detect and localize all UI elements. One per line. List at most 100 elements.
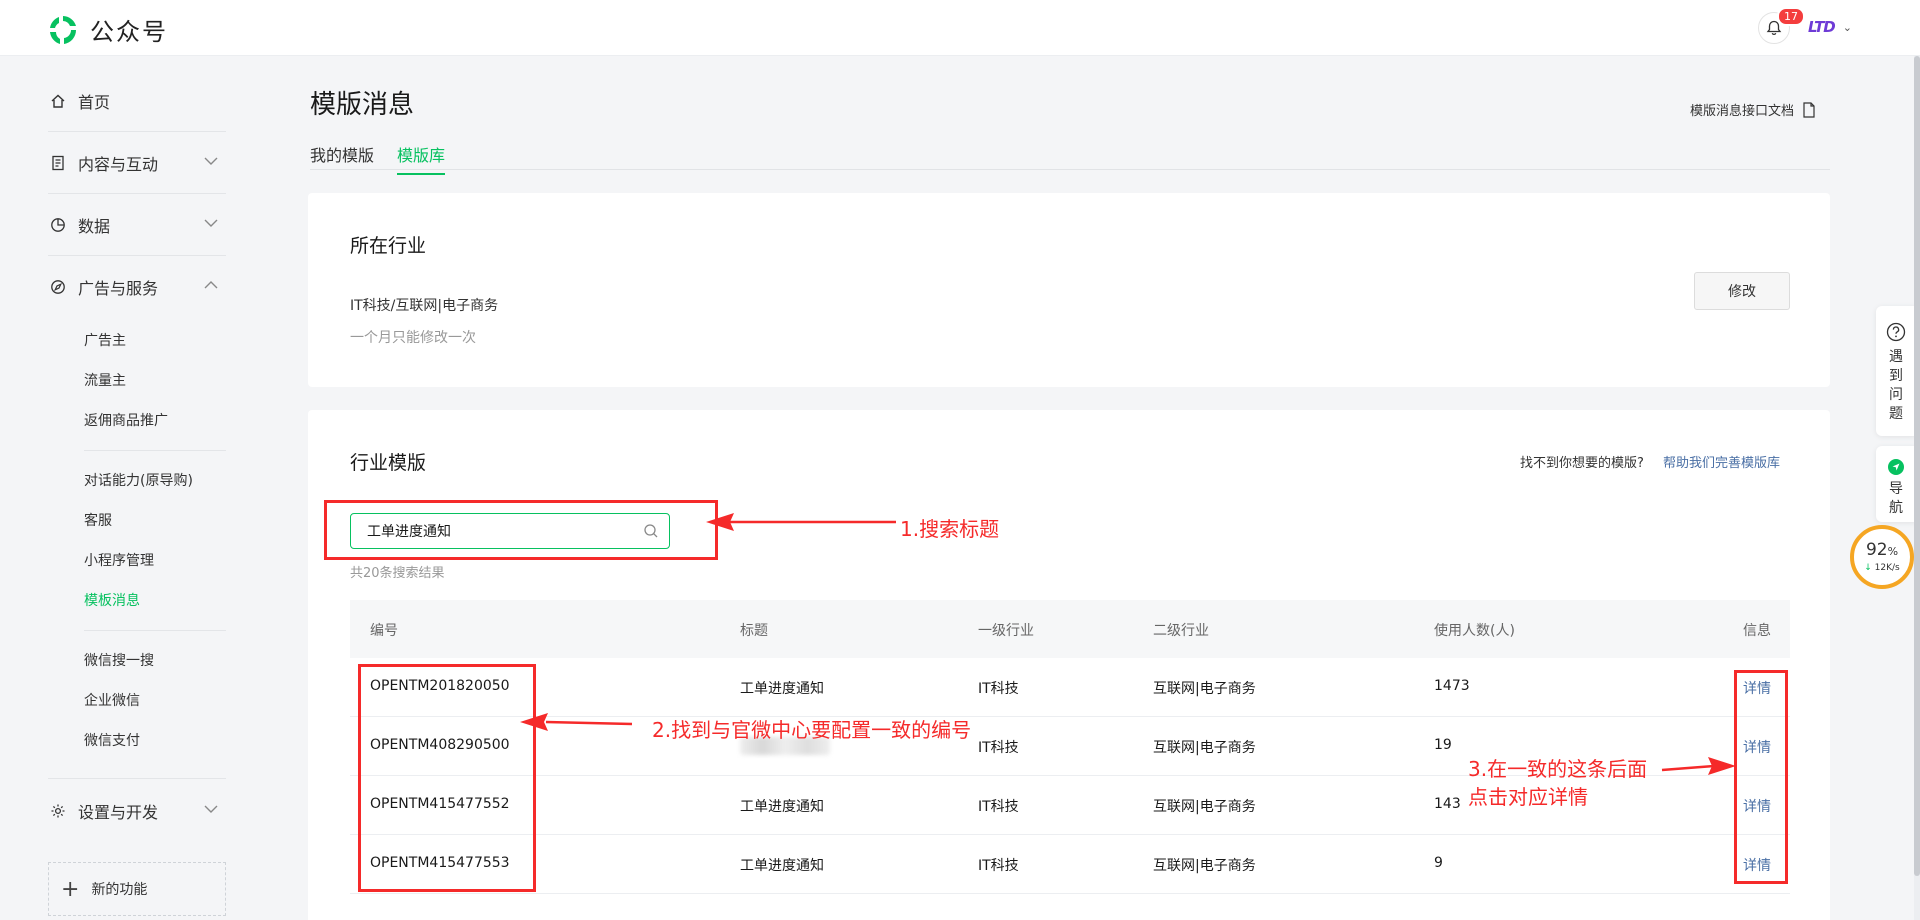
sidebar-item-advertiser[interactable]: 广告主 [84,330,126,350]
meter-value: 92 [1865,540,1888,560]
page-title: 模版消息 [310,90,415,120]
sidebar-item-commission[interactable]: 返佣商品推广 [84,410,168,430]
sidebar-item-data[interactable]: 数据 [48,194,226,256]
sidebar-item-wechat-search[interactable]: 微信搜一搜 [84,650,154,670]
industry-card: 所在行业 IT科技/互联网|电子商务 一个月只能修改一次 修改 [308,193,1830,387]
help-text: 找不到你想要的模版? [1520,456,1644,471]
template-level2: 互联网|电子商务 [1153,799,1256,815]
search-icon[interactable] [643,523,659,539]
gear-icon [48,801,68,821]
sidebar-item-label: 设置与开发 [78,803,159,822]
chevron-down-icon: ⌄ [1842,20,1852,34]
sidebar-item-wecom[interactable]: 企业微信 [84,690,140,710]
official-account-logo-icon [50,15,77,44]
help-float-button[interactable]: 遇 到 问 题 [1876,306,1916,436]
download-arrow-icon: ↓ [1864,563,1872,573]
template-title: 工单进度通知 [740,799,824,815]
tab-template-library[interactable]: 模版库 [397,142,446,175]
sidebar-item-settings[interactable]: 设置与开发 [48,780,226,842]
meter-speed-row: ↓ 12K/s [1864,563,1900,573]
column-header: 一级行业 [978,623,1034,639]
nav-char: 导 [1889,481,1903,497]
logo[interactable]: 公众号 [46,12,168,47]
sidebar-item-ads[interactable]: 广告与服务 [48,256,226,318]
sidebar-divider [48,778,226,779]
template-library-card: 行业模版 找不到你想要的模版? 帮助我们完善模版库 工单进度通知 共20条搜索结… [308,410,1830,920]
question-icon [1886,322,1906,342]
column-header: 使用人数(人) [1434,623,1515,639]
table-header: 编号 标题 一级行业 二级行业 使用人数(人) 信息 [350,600,1790,658]
meter-speed: 12K/s [1874,563,1900,573]
detail-link[interactable]: 详情 [1743,737,1771,757]
column-header: 二级行业 [1153,623,1209,639]
annotation-step1: 1.搜索标题 [900,517,1000,541]
sidebar-item-conversation[interactable]: 对话能力(原导购) [84,470,193,490]
detail-link[interactable]: 详情 [1743,678,1771,698]
scrollbar-thumb[interactable] [1914,56,1920,876]
plus-icon: + [61,876,80,902]
network-meter[interactable]: 92% ↓ 12K/s [1850,525,1914,589]
user-menu[interactable]: LTD ⌄ [1808,18,1852,36]
sidebar-item-label: 内容与互动 [78,154,159,174]
chevron-down-icon [204,219,218,227]
annotation-step2: 2.找到与官微中心要配置一致的编号 [652,718,972,742]
sidebar-item-content[interactable]: 内容与互动 [48,132,226,194]
sidebar-item-label: 数据 [78,216,111,236]
template-users: 143 [1434,796,1461,812]
detail-link[interactable]: 详情 [1743,855,1771,875]
template-users: 9 [1434,855,1443,871]
help-char: 题 [1889,406,1903,422]
help-char: 问 [1889,387,1903,403]
chevron-down-icon [204,157,218,165]
column-header: 信息 [1743,623,1771,639]
annotation-arrow-details [1661,757,1736,775]
template-level1: IT科技 [978,799,1019,815]
sidebar-item-wechat-pay[interactable]: 微信支付 [84,730,140,750]
sidebar-item-home[interactable]: 首页 [48,70,226,132]
annotation-step3-line2: 点击对应详情 [1468,785,1588,809]
industry-card-title: 所在行业 [350,235,427,257]
template-level1: IT科技 [978,858,1019,874]
sidebar-item-label: 广告与服务 [78,279,159,298]
home-icon [48,91,68,111]
modify-button[interactable]: 修改 [1694,272,1790,310]
meter-unit: % [1887,545,1899,558]
template-id: OPENTM408290500 [370,737,510,753]
chevron-up-icon [204,281,218,289]
meter-percent: 92% [1866,541,1898,561]
sidebar-divider [84,630,226,631]
sidebar-item-publisher[interactable]: 流量主 [84,370,126,390]
annotation-arrow-ids [520,713,633,731]
help-char: 到 [1889,368,1903,384]
top-bar: 公众号 17 LTD ⌄ [0,0,1920,56]
sidebar-divider [84,450,226,451]
chevron-down-icon [204,805,218,813]
tab-my-templates[interactable]: 我的模版 [310,142,374,173]
sidebar-item-label: 首页 [78,92,111,112]
template-users: 19 [1434,737,1452,753]
sidebar-item-template-message[interactable]: 模板消息 [84,590,140,610]
template-level2: 互联网|电子商务 [1153,681,1256,697]
template-card-title: 行业模版 [350,452,427,474]
search-input[interactable]: 工单进度通知 [350,513,670,549]
new-feature-button[interactable]: + 新的功能 [48,862,226,916]
sidebar: 首页 内容与互动 数据 广告与服务 广告主 流量主 返佣商品推广 对话能力(原导… [0,56,275,920]
improve-library-link[interactable]: 帮助我们完善模版库 [1663,452,1780,471]
detail-link[interactable]: 详情 [1743,796,1771,816]
document-icon [1803,101,1815,118]
user-name: LTD [1808,18,1836,36]
industry-hint: 一个月只能修改一次 [350,330,476,346]
notification-button[interactable]: 17 [1758,7,1805,44]
sidebar-item-mini-program[interactable]: 小程序管理 [84,550,154,570]
sidebar-item-customer-service[interactable]: 客服 [84,510,112,530]
app-name: 公众号 [90,18,168,46]
template-level1: IT科技 [978,681,1019,697]
template-title: 工单进度通知 [740,681,824,697]
api-doc-link[interactable]: 模版消息接口文档 [1690,100,1816,119]
help-char: 遇 [1889,349,1903,365]
navigation-icon [1888,459,1904,475]
annotation-arrow-search [706,513,896,531]
nav-float-button[interactable]: 导 航 [1876,446,1916,522]
template-level2: 互联网|电子商务 [1153,740,1256,756]
template-id: OPENTM201820050 [370,678,510,694]
